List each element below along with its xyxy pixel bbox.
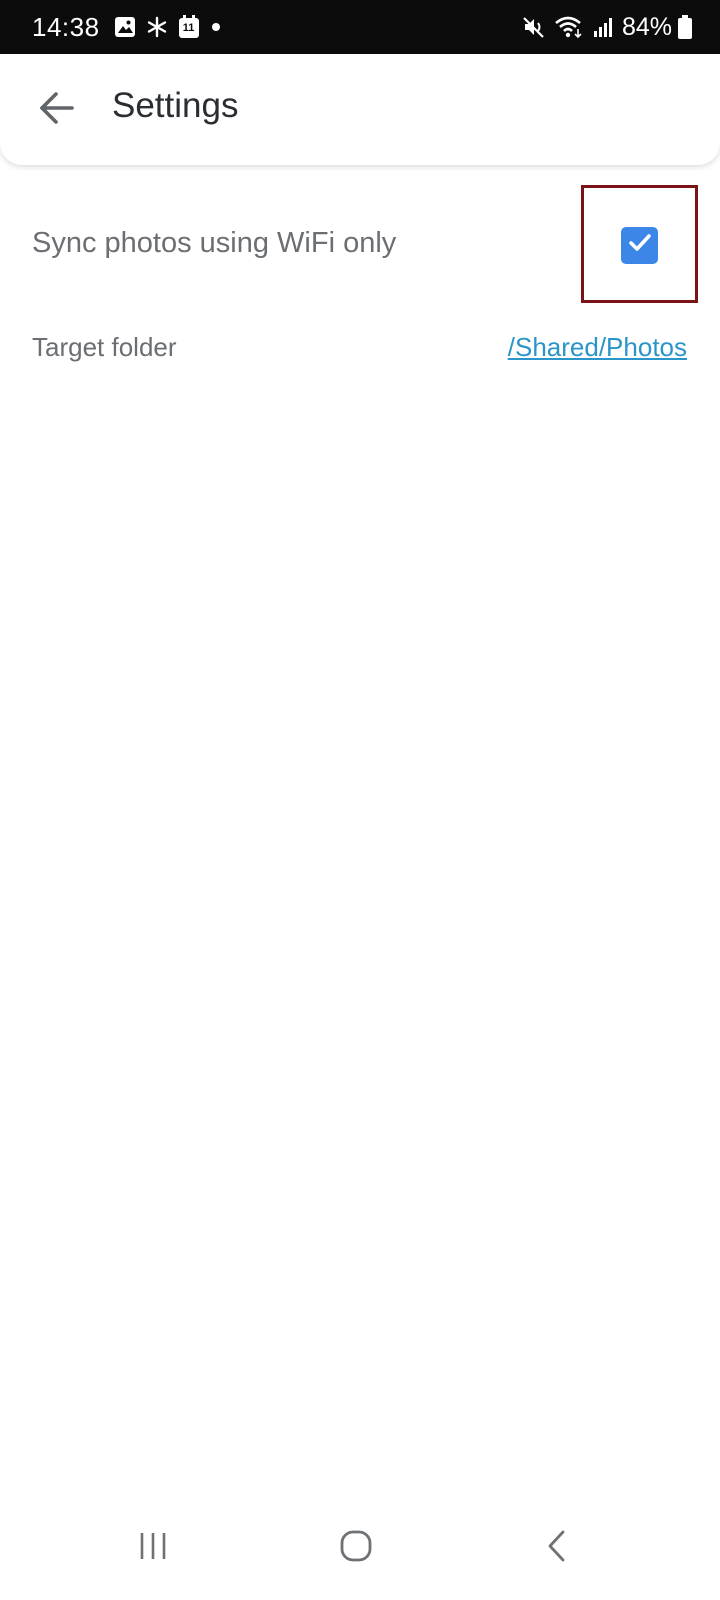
status-right: 84% [522,0,692,54]
status-bar: 14:38 11 84% [0,0,720,54]
battery-icon [678,15,692,39]
app-bar: Settings [0,54,720,165]
image-icon [114,16,136,38]
mute-icon [522,15,546,39]
arrow-left-icon [36,88,76,133]
recents-button[interactable] [124,1518,184,1578]
target-folder-label: Target folder [32,332,177,362]
wifi-icon [554,15,584,39]
recents-icon [134,1526,174,1571]
asterisk-icon [146,16,168,38]
home-button[interactable] [326,1518,386,1578]
status-left: 14:38 11 [32,0,232,54]
navigation-bar [0,1496,720,1600]
calendar-icon: 11 [178,15,200,39]
back-icon [538,1526,578,1571]
target-folder-link[interactable]: /Shared/Photos [508,332,687,363]
checkmark-icon [626,229,654,262]
battery-percent: 84% [621,12,672,41]
settings-screen: 14:38 11 84% Settings Sync photos using … [0,0,720,1600]
sync-wifi-label: Sync photos using WiFi only [32,227,397,259]
signal-icon [592,16,614,38]
calendar-day: 11 [182,22,195,34]
status-time: 14:38 [32,11,100,42]
sync-wifi-row: Sync photos using WiFi only [0,185,720,305]
home-icon [336,1526,376,1571]
back-button[interactable] [30,84,82,136]
page-title: Settings [112,86,239,125]
dot-icon [210,21,222,33]
system-back-button[interactable] [528,1518,588,1578]
sync-wifi-checkbox[interactable] [621,227,658,264]
target-folder-row: Target folder /Shared/Photos [0,320,720,380]
